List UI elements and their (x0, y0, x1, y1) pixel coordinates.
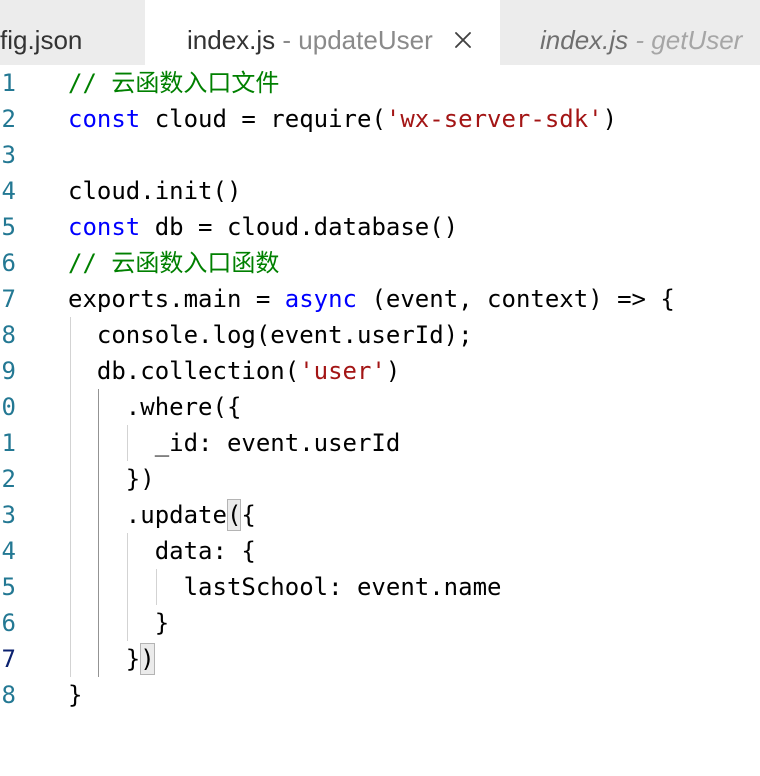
line-number: 8 (1, 321, 16, 349)
code-token[interactable]: ) (386, 357, 400, 385)
line-number: 7 (1, 285, 16, 313)
line-number: 6 (1, 249, 16, 277)
code-text[interactable]: .where({ (68, 389, 242, 425)
code-line[interactable]: 2 const cloud = require('wx-server-sdk') (0, 101, 760, 137)
line-number: 4 (1, 177, 16, 205)
code-token[interactable]: cloud = require( (140, 105, 386, 133)
code-line[interactable]: 6 } (0, 605, 760, 641)
matching-bracket[interactable]: ( (226, 499, 242, 531)
code-token[interactable]: console.log(event.userId); (68, 321, 473, 349)
code-text[interactable]: .update({ (68, 497, 256, 533)
line-number: 4 (1, 537, 16, 565)
code-token[interactable]: db.collection( (68, 357, 299, 385)
tab-close-button[interactable] (453, 30, 473, 50)
line-number: 5 (1, 573, 16, 601)
code-token[interactable]: .update (68, 501, 227, 529)
code-token[interactable]: { (241, 501, 255, 529)
code-token[interactable]: } (68, 645, 140, 673)
code-line[interactable]: 4 data: { (0, 533, 760, 569)
code-token[interactable]: } (68, 681, 82, 709)
string-token[interactable]: 'user' (299, 357, 386, 385)
matching-bracket[interactable]: ) (140, 643, 155, 675)
tab-label: fig.json (0, 25, 83, 55)
tab-fig-json[interactable]: fig.json (0, 0, 145, 65)
code-line[interactable]: 4 cloud.init() (0, 173, 760, 209)
keyword-token[interactable]: async (285, 285, 357, 313)
code-token[interactable]: .where({ (68, 393, 242, 421)
tab-label: index.js (540, 25, 629, 55)
tab-title: index.js - getUser (540, 24, 742, 56)
code-text[interactable]: const cloud = require('wx-server-sdk') (68, 101, 617, 137)
line-number: 3 (1, 501, 16, 529)
line-number: 5 (1, 213, 16, 241)
code-text[interactable]: // 云函数入口函数 (68, 245, 279, 281)
code-line[interactable]: 6 // 云函数入口函数 (0, 245, 760, 281)
close-icon (455, 32, 471, 48)
code-token[interactable]: cloud.init() (68, 177, 241, 205)
code-text[interactable]: // 云函数入口文件 (68, 65, 279, 101)
code-text[interactable]: } (68, 605, 169, 641)
tab-index-js-getuser[interactable]: index.js - getUser (500, 0, 760, 65)
code-token[interactable]: }) (68, 465, 155, 493)
code-text[interactable]: cloud.init() (68, 173, 241, 209)
line-number: 1 (1, 69, 16, 97)
code-token[interactable]: _id: event.userId (68, 429, 401, 457)
line-number: 6 (1, 609, 16, 637)
code-line[interactable]: 9 db.collection('user') (0, 353, 760, 389)
code-line[interactable]: 2 }) (0, 461, 760, 497)
string-token[interactable]: 'wx-server-sdk' (386, 105, 603, 133)
code-editor[interactable]: 1 // 云函数入口文件 2 const cloud = require('wx-se… (0, 65, 760, 776)
code-text[interactable]: }) (68, 461, 155, 497)
tab-title: index.js - updateUser (187, 24, 433, 56)
line-number: 2 (1, 465, 16, 493)
code-token[interactable]: (event, context) => { (357, 285, 674, 313)
code-token[interactable]: lastSchool: event.name (68, 573, 502, 601)
line-number: 2 (1, 105, 16, 133)
tab-title: fig.json (0, 24, 82, 56)
code-text[interactable]: }) (68, 641, 155, 677)
code-text[interactable]: const db = cloud.database() (68, 209, 458, 245)
line-number: 8 (1, 681, 16, 709)
code-token[interactable]: db = cloud.database() (140, 213, 458, 241)
code-line[interactable]: 5 lastSchool: event.name (0, 569, 760, 605)
code-text[interactable]: _id: event.userId (68, 425, 401, 461)
tab-description: - getUser (635, 25, 743, 55)
tab-label: index.js (187, 25, 276, 55)
line-number: 3 (1, 141, 16, 169)
comment-token[interactable]: // 云函数入口函数 (68, 249, 279, 277)
code-line[interactable]: 7 }) (0, 641, 760, 677)
code-line[interactable]: 1 // 云函数入口文件 (0, 65, 760, 101)
code-token[interactable]: data: { (68, 537, 256, 565)
code-token[interactable]: exports.main = (68, 285, 285, 313)
comment-token[interactable]: // 云函数入口文件 (68, 69, 279, 97)
code-line[interactable]: 8 console.log(event.userId); (0, 317, 760, 353)
code-lines: 1 // 云函数入口文件 2 const cloud = require('wx-se… (0, 65, 760, 713)
keyword-token[interactable]: const (68, 213, 140, 241)
tab-index-js-updateuser[interactable]: index.js - updateUser (145, 0, 500, 65)
code-line[interactable]: 8} (0, 677, 760, 713)
code-text[interactable]: exports.main = async (event, context) =>… (68, 281, 675, 317)
code-line[interactable]: 5 const db = cloud.database() (0, 209, 760, 245)
tab-description: - updateUser (282, 25, 433, 55)
keyword-token[interactable]: const (68, 105, 140, 133)
code-line[interactable]: 0 .where({ (0, 389, 760, 425)
code-token[interactable]: ) (603, 105, 617, 133)
code-text[interactable]: data: { (68, 533, 256, 569)
code-line[interactable]: 7 exports.main = async (event, context) =… (0, 281, 760, 317)
line-number: 7 (1, 645, 16, 673)
code-line[interactable]: 3 (0, 137, 760, 173)
code-line[interactable]: 1 _id: event.userId (0, 425, 760, 461)
code-token[interactable]: } (68, 609, 169, 637)
code-text[interactable]: db.collection('user') (68, 353, 400, 389)
line-number: 9 (1, 357, 16, 385)
code-text[interactable]: console.log(event.userId); (68, 317, 473, 353)
line-number: 0 (1, 393, 16, 421)
line-number: 1 (1, 429, 16, 457)
code-line[interactable]: 3 .update({ (0, 497, 760, 533)
tab-bar: fig.json index.js - updateUser index.js - … (0, 0, 760, 65)
code-text[interactable]: lastSchool: event.name (68, 569, 502, 605)
code-text[interactable]: } (68, 677, 82, 713)
